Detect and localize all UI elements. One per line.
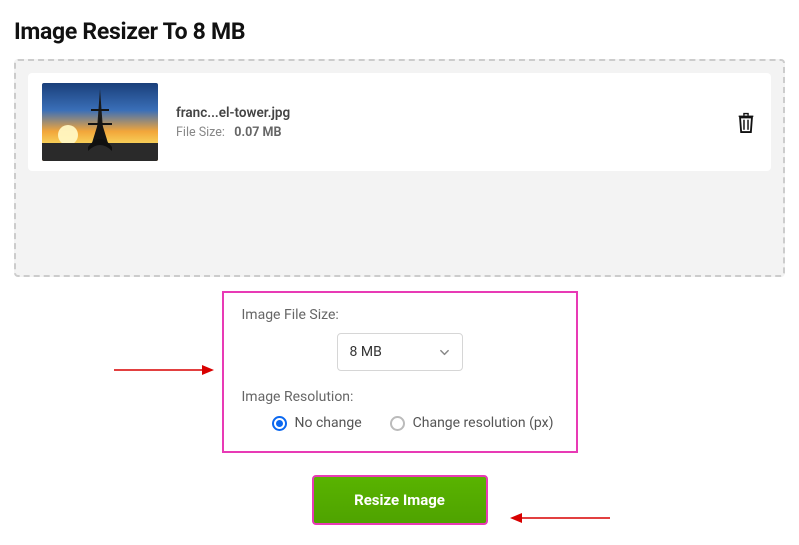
annotation-arrow-icon — [114, 363, 214, 377]
resolution-label: Image Resolution: — [242, 389, 558, 405]
filesize-label: Image File Size: — [242, 307, 558, 323]
filesize-select-value: 8 MB — [350, 344, 382, 360]
chevron-down-icon — [439, 347, 450, 358]
file-thumbnail — [42, 83, 158, 161]
resize-button-label: Resize Image — [354, 491, 445, 509]
radio-no-change-label: No change — [295, 415, 362, 431]
file-size-label: File Size: — [176, 125, 225, 140]
file-row: franc...el-tower.jpg File Size: 0.07 MB — [28, 73, 771, 171]
file-size: File Size: 0.07 MB — [176, 125, 717, 140]
radio-icon — [390, 416, 405, 431]
file-size-value: 0.07 MB — [234, 125, 281, 140]
options-box: Image File Size: 8 MB Image Resolution: … — [222, 291, 578, 453]
file-meta: franc...el-tower.jpg File Size: 0.07 MB — [176, 105, 717, 140]
radio-change-resolution[interactable]: Change resolution (px) — [390, 415, 554, 431]
delete-icon[interactable] — [735, 110, 757, 134]
radio-no-change[interactable]: No change — [272, 415, 362, 431]
page-title: Image Resizer To 8 MB — [14, 18, 785, 45]
dropzone[interactable]: franc...el-tower.jpg File Size: 0.07 MB — [14, 59, 785, 277]
resize-button[interactable]: Resize Image — [312, 475, 488, 525]
radio-icon — [272, 416, 287, 431]
filesize-select[interactable]: 8 MB — [337, 333, 463, 371]
radio-change-resolution-label: Change resolution (px) — [413, 415, 554, 431]
file-name: franc...el-tower.jpg — [176, 105, 717, 121]
